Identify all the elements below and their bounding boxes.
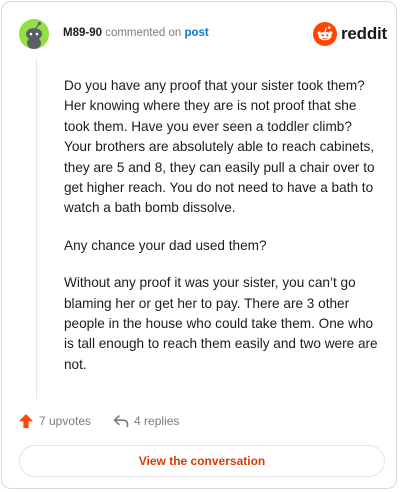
comment-footer: 7 upvotes 4 replies bbox=[18, 410, 179, 432]
view-conversation-button[interactable]: View the conversation bbox=[19, 445, 385, 477]
reply-count: 4 replies bbox=[134, 414, 180, 428]
snoo-avatar-icon[interactable] bbox=[19, 19, 49, 49]
comment-paragraph: Any chance your dad used them? bbox=[64, 237, 267, 253]
reddit-snoo-icon bbox=[313, 22, 337, 46]
comment-paragraph: Do you have any proof that your sister t… bbox=[64, 78, 375, 216]
comment-card: M89-90 commented on post reddit Do you h… bbox=[1, 1, 397, 489]
comment-body: Do you have any proof that your sister t… bbox=[64, 76, 382, 392]
replies-button[interactable]: 4 replies bbox=[113, 414, 179, 428]
post-link[interactable]: post bbox=[184, 27, 208, 39]
comment-header: M89-90 commented on post bbox=[63, 27, 209, 39]
action-text: commented on bbox=[105, 27, 182, 39]
thread-line[interactable] bbox=[36, 59, 37, 399]
brand-wordmark: reddit bbox=[341, 24, 388, 43]
reddit-logo[interactable]: reddit bbox=[313, 21, 387, 47]
upvote-arrow-icon bbox=[18, 413, 34, 429]
upvote-button[interactable]: 7 upvotes bbox=[18, 413, 91, 429]
upvote-count: 7 upvotes bbox=[39, 414, 92, 428]
comment-paragraph: Without any proof it was your sister, yo… bbox=[64, 275, 378, 372]
username-link[interactable]: M89-90 bbox=[63, 27, 102, 39]
reply-arrow-icon bbox=[113, 414, 129, 428]
